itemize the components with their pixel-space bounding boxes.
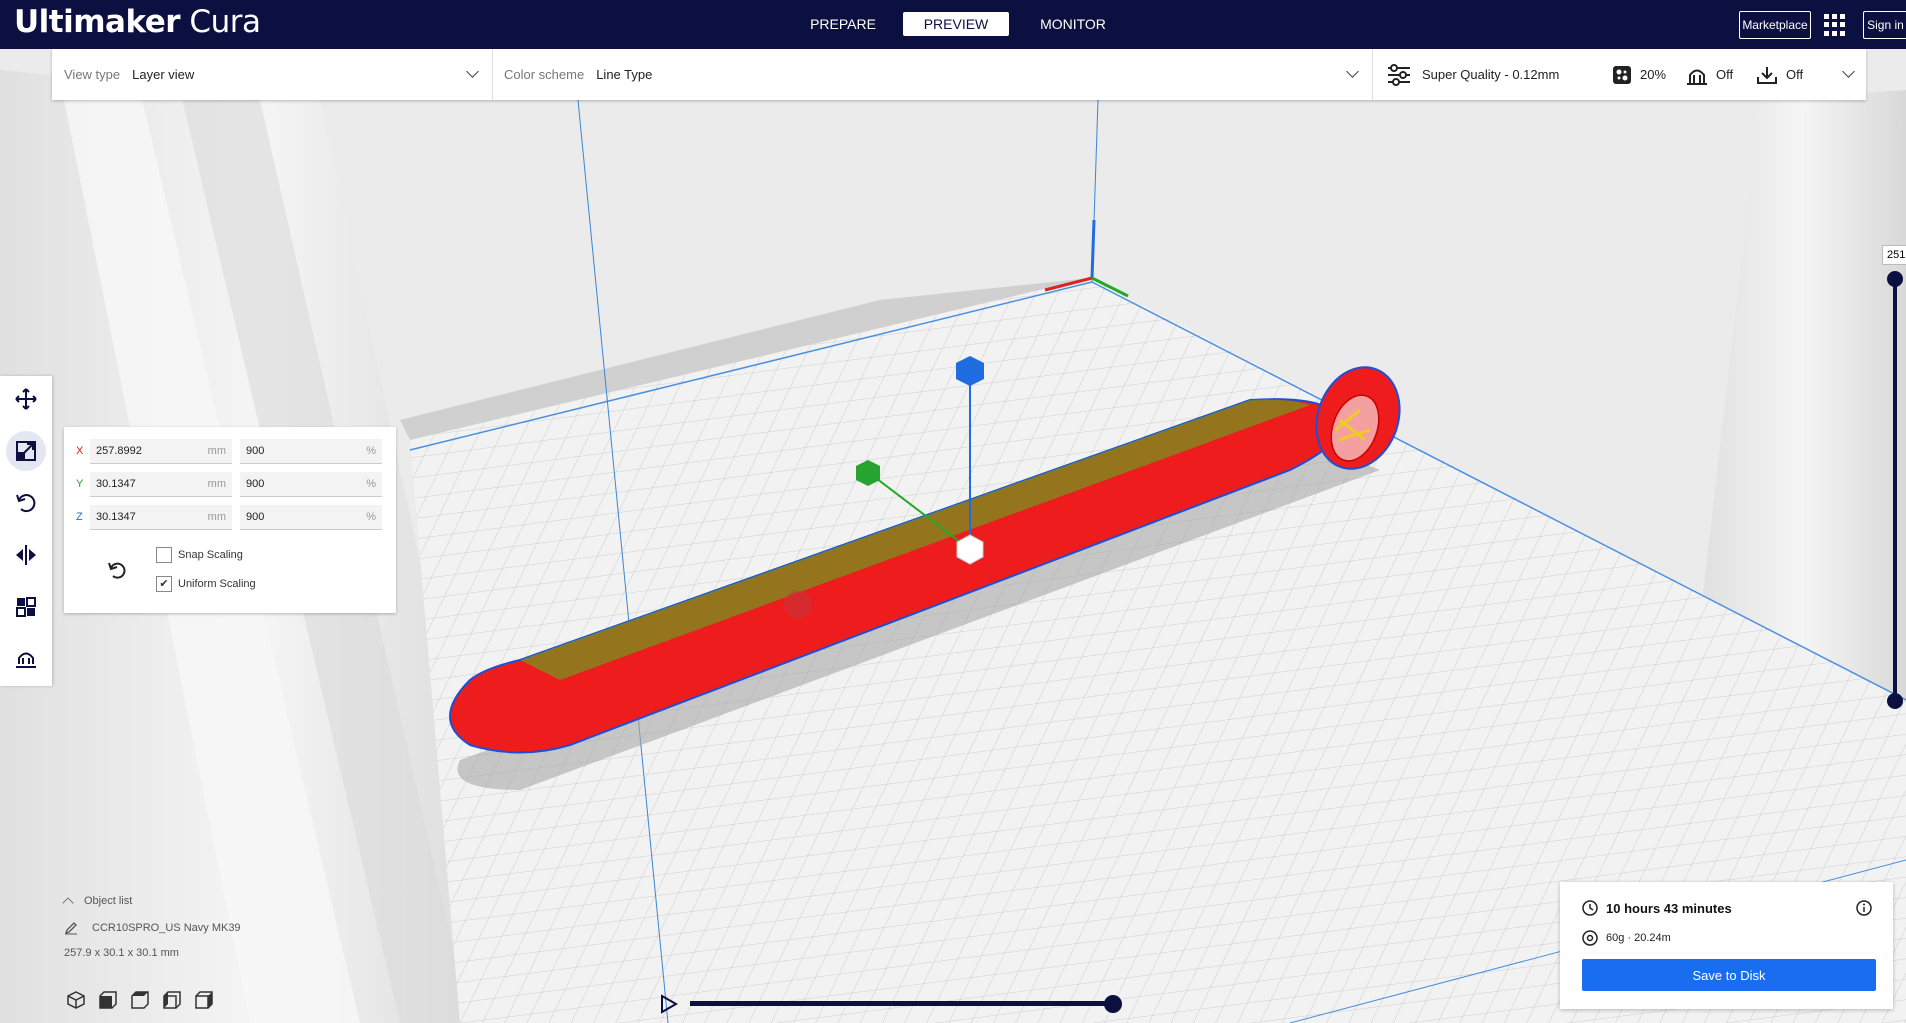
scale-row-y: Y 30.1347 mm 900%	[72, 472, 392, 498]
print-info-panel: 10 hours 43 minutes 60g · 20.24m Save to…	[1560, 882, 1893, 1009]
center-handle[interactable]	[956, 534, 984, 565]
axis-label: Z	[76, 511, 83, 523]
color-scheme-label: Color scheme	[504, 67, 585, 82]
uniform-scaling-label: Uniform Scaling	[178, 578, 256, 590]
move-icon	[15, 388, 37, 410]
tool-panel	[0, 376, 52, 686]
front-view-icon[interactable]	[98, 990, 118, 1010]
size-z-input[interactable]: 30.1347 mm	[90, 505, 232, 530]
color-scheme-value: Line Type	[596, 67, 653, 82]
support-icon	[1687, 69, 1707, 85]
pencil-icon	[64, 922, 77, 935]
percent-x-input[interactable]: 900%	[240, 439, 382, 464]
layer-slider-top-handle[interactable]	[1887, 271, 1903, 287]
layer-slider-track[interactable]	[1893, 279, 1897, 703]
save-to-disk-button[interactable]: Save to Disk	[1582, 959, 1876, 991]
object-name: CCR10SPRO_US Navy MK39	[92, 922, 241, 934]
app-logo: Ultimaker Cura	[14, 4, 261, 40]
snap-scaling-label: Snap Scaling	[178, 549, 243, 561]
view-type-value: Layer view	[132, 67, 195, 82]
axis-label: Y	[76, 478, 84, 490]
mirror-icon	[16, 545, 36, 565]
tab-monitor[interactable]: MONITOR	[1030, 12, 1116, 36]
object-list-toggle[interactable]: Object list	[62, 895, 241, 909]
object-list-header: Object list	[84, 895, 133, 907]
scale-row-z: Z 30.1347 mm 900%	[72, 505, 392, 531]
tab-preview[interactable]: PREVIEW	[903, 12, 1009, 36]
material-spool-icon	[1582, 930, 1598, 946]
adhesion-icon	[1757, 66, 1777, 84]
infill-value: 20%	[1640, 67, 1667, 82]
scale-tool-button[interactable]	[6, 431, 46, 471]
chevron-down-icon	[466, 65, 479, 78]
adhesion-value: Off	[1786, 67, 1804, 82]
top-view-icon[interactable]	[130, 990, 150, 1010]
chevron-up-icon	[62, 897, 74, 909]
print-time: 10 hours 43 minutes	[1606, 901, 1732, 916]
move-tool-button[interactable]	[6, 379, 46, 419]
object-dimensions: 257.9 x 30.1 x 30.1 mm	[64, 947, 179, 959]
view-toolbar: View type Layer view Color scheme Line T…	[52, 49, 1866, 100]
3d-view-icon[interactable]	[66, 990, 86, 1010]
object-list-item[interactable]: CCR10SPRO_US Navy MK39	[64, 921, 241, 935]
path-slider-handle[interactable]	[1104, 995, 1122, 1013]
sign-in-button[interactable]: Sign in	[1863, 11, 1906, 39]
per-model-settings-button[interactable]	[6, 587, 46, 627]
rotate-icon	[16, 494, 36, 513]
size-y-input[interactable]: 30.1347 mm	[90, 472, 232, 497]
size-x-input[interactable]: 257.8992 mm	[90, 439, 232, 464]
reset-scale-icon[interactable]	[106, 559, 128, 581]
percent-z-input[interactable]: 900%	[240, 505, 382, 530]
scale-icon	[16, 441, 36, 461]
color-scheme-dropdown[interactable]: Color scheme Line Type	[492, 49, 1373, 100]
per-model-settings-icon	[16, 597, 36, 617]
mirror-tool-button[interactable]	[6, 535, 46, 575]
tab-prepare[interactable]: PREPARE	[800, 12, 886, 36]
left-view-icon[interactable]	[162, 990, 182, 1010]
infill-icon	[1613, 65, 1631, 84]
clock-icon	[1582, 900, 1598, 916]
chevron-down-icon	[1842, 65, 1855, 78]
uniform-scaling-checkbox[interactable]: ✔	[156, 576, 172, 592]
rotate-tool-button[interactable]	[6, 483, 46, 523]
support-value: Off	[1716, 67, 1734, 82]
snap-scaling-checkbox[interactable]	[156, 547, 172, 563]
scale-row-x: X 257.8992 mm 900%	[72, 439, 392, 465]
scale-panel: X 257.8992 mm 900% Y 30.1347 mm 900% Z 30.…	[64, 427, 396, 613]
header-bar: Ultimaker Cura PREPARE PREVIEW MONITOR M…	[0, 0, 1906, 49]
right-view-icon[interactable]	[194, 990, 214, 1010]
material-estimate: 60g · 20.24m	[1606, 932, 1671, 944]
current-layer-input[interactable]: 251	[1882, 245, 1906, 265]
layer-slider-bottom-handle[interactable]	[1887, 693, 1903, 709]
print-settings-button[interactable]: Super Quality - 0.12mm 20% Off Off	[1372, 49, 1866, 100]
info-icon[interactable]	[1856, 900, 1872, 916]
camera-view-buttons	[66, 990, 214, 1010]
path-slider-track[interactable]	[690, 1001, 1114, 1006]
support-blocker-icon	[16, 652, 36, 668]
marketplace-button[interactable]: Marketplace	[1739, 11, 1811, 39]
profile-label: Super Quality - 0.12mm	[1422, 67, 1560, 82]
applications-grid-icon[interactable]	[1824, 14, 1846, 36]
support-blocker-button[interactable]	[6, 639, 46, 679]
object-list: Object list CCR10SPRO_US Navy MK39 257.9…	[62, 895, 241, 959]
axis-label: X	[76, 445, 84, 457]
percent-y-input[interactable]: 900%	[240, 472, 382, 497]
chevron-down-icon	[1346, 65, 1359, 78]
settings-sliders-icon	[1388, 63, 1410, 86]
view-type-label: View type	[64, 67, 121, 82]
view-type-dropdown[interactable]: View type Layer view	[52, 49, 493, 100]
